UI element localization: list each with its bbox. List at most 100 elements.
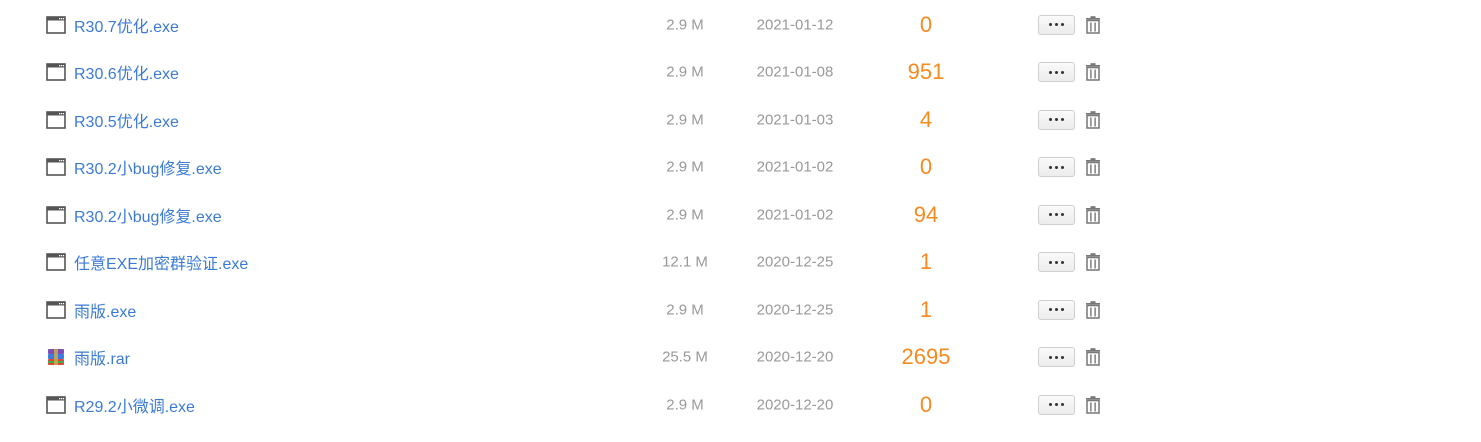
more-button[interactable]: [1038, 394, 1075, 415]
dot: [1049, 260, 1052, 264]
more-dots-icon: [1049, 260, 1064, 264]
delete-button[interactable]: [1083, 252, 1103, 272]
download-count: 1: [919, 249, 933, 275]
trash-icon: [1083, 395, 1103, 419]
window-file-icon: [46, 300, 66, 320]
file-size: 25.5 M: [662, 348, 708, 366]
file-name-link[interactable]: R30.2小bug修复.exe: [74, 155, 222, 179]
more-button[interactable]: [1038, 299, 1075, 320]
file-name-link[interactable]: 雨版.rar: [74, 345, 130, 369]
trash-icon: [1083, 15, 1103, 39]
file-size: 2.9 M: [666, 396, 704, 414]
file-row: R30.2小bug修复.exe 2.9 M 2021-01-02 0: [0, 144, 1481, 192]
dot: [1061, 165, 1064, 169]
more-button[interactable]: [1038, 109, 1075, 130]
more-button[interactable]: [1038, 204, 1075, 225]
window-file-icon: [46, 205, 66, 225]
dot: [1061, 70, 1064, 74]
dot: [1055, 403, 1058, 407]
dot: [1049, 70, 1052, 74]
trash-icon: [1083, 110, 1103, 134]
dot: [1049, 403, 1052, 407]
delete-button[interactable]: [1083, 15, 1103, 35]
file-row: 任意EXE加密群验证.exe 12.1 M 2020-12-25 1: [0, 239, 1481, 287]
dot: [1049, 213, 1052, 217]
more-button[interactable]: [1038, 62, 1075, 83]
more-button[interactable]: [1038, 252, 1075, 273]
more-dots-icon: [1049, 308, 1064, 312]
delete-button[interactable]: [1083, 395, 1103, 415]
file-date: 2020-12-25: [756, 253, 834, 271]
more-dots-icon: [1049, 403, 1064, 407]
file-date: 2021-01-12: [756, 16, 834, 34]
window-file-icon: [46, 252, 66, 272]
delete-button[interactable]: [1083, 300, 1103, 320]
file-row: 雨版.rar 25.5 M 2020-12-20 2695: [0, 334, 1481, 382]
window-file-icon: [46, 157, 66, 177]
trash-icon: [1083, 253, 1103, 276]
delete-button[interactable]: [1083, 62, 1103, 82]
dot: [1061, 260, 1064, 264]
dot: [1061, 23, 1064, 27]
file-name-link[interactable]: R30.7优化.exe: [74, 13, 179, 37]
more-button[interactable]: [1038, 14, 1075, 35]
file-name-link[interactable]: 雨版.exe: [74, 298, 136, 322]
file-size: 2.9 M: [666, 16, 704, 34]
delete-button[interactable]: [1083, 110, 1103, 130]
file-size: 2.9 M: [666, 158, 704, 176]
more-dots-icon: [1049, 23, 1064, 27]
dot: [1049, 23, 1052, 27]
more-dots-icon: [1049, 70, 1064, 74]
trash-icon: [1083, 300, 1103, 324]
file-row: R30.2小bug修复.exe 2.9 M 2021-01-02 94: [0, 191, 1481, 239]
more-dots-icon: [1049, 355, 1064, 359]
file-date: 2021-01-03: [756, 111, 834, 129]
dot: [1049, 165, 1052, 169]
file-name-link[interactable]: R29.2小微调.exe: [74, 393, 195, 417]
download-count: 0: [919, 154, 933, 180]
dot: [1049, 308, 1052, 312]
dot: [1055, 165, 1058, 169]
window-file-icon: [46, 110, 66, 130]
dot: [1055, 70, 1058, 74]
file-size: 2.9 M: [666, 63, 704, 81]
download-count: 4: [919, 106, 933, 132]
dot: [1049, 118, 1052, 122]
window-file-icon: [46, 62, 66, 82]
dot: [1061, 403, 1064, 407]
file-list: R30.7优化.exe 2.9 M 2021-01-12 0 R30.6优化.exe 2…: [0, 0, 1481, 442]
file-name-link[interactable]: R30.6优化.exe: [74, 60, 179, 84]
download-count: 951: [907, 59, 945, 85]
file-date: 2020-12-25: [756, 301, 834, 319]
file-size: 2.9 M: [666, 206, 704, 224]
more-dots-icon: [1049, 213, 1064, 217]
file-name-link[interactable]: R30.2小bug修复.exe: [74, 203, 222, 227]
trash-icon: [1083, 205, 1103, 229]
delete-button[interactable]: [1083, 347, 1103, 367]
dot: [1061, 213, 1064, 217]
file-size: 2.9 M: [666, 301, 704, 319]
more-button[interactable]: [1038, 347, 1075, 368]
dot: [1055, 23, 1058, 27]
dot: [1061, 355, 1064, 359]
dot: [1055, 260, 1058, 264]
file-size: 12.1 M: [662, 253, 708, 271]
download-count: 94: [913, 201, 939, 227]
file-date: 2021-01-02: [756, 206, 834, 224]
dot: [1061, 118, 1064, 122]
dot: [1055, 213, 1058, 217]
delete-button[interactable]: [1083, 205, 1103, 225]
dot: [1055, 308, 1058, 312]
file-row: R30.6优化.exe 2.9 M 2021-01-08 951: [0, 49, 1481, 97]
file-name-link[interactable]: 任意EXE加密群验证.exe: [74, 250, 248, 274]
more-button[interactable]: [1038, 157, 1075, 178]
file-date: 2021-01-08: [756, 63, 834, 81]
file-date: 2021-01-02: [756, 158, 834, 176]
download-count: 0: [919, 391, 933, 417]
delete-button[interactable]: [1083, 157, 1103, 177]
more-dots-icon: [1049, 118, 1064, 122]
dot: [1061, 308, 1064, 312]
file-name-link[interactable]: R30.5优化.exe: [74, 108, 179, 132]
dot: [1055, 355, 1058, 359]
dot: [1055, 118, 1058, 122]
